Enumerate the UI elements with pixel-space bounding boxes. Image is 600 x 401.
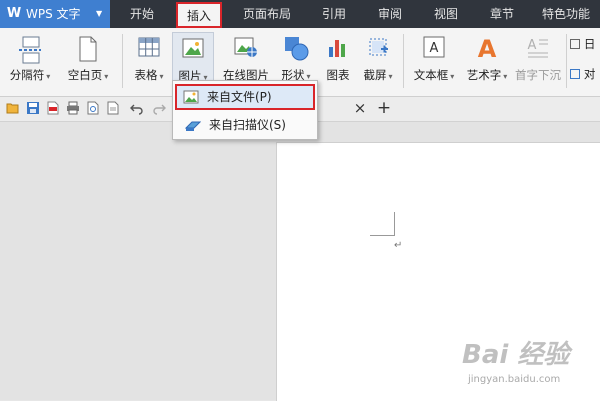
menu-item-from-scanner[interactable]: 来自扫描仪(S) [177,113,311,137]
screenshot-label: 截屏 ▾ [363,68,393,82]
undo-icon[interactable] [130,101,144,115]
ribbon-separator [403,34,404,88]
paragraph-mark: ↵ [394,240,403,251]
scanner-icon [185,121,201,131]
date-label: 日 [583,37,596,51]
screenshot-button[interactable]: 截屏 ▾ [358,32,398,88]
textbox-icon: A [423,36,445,58]
menu-references[interactable]: 引用 [306,0,362,28]
print-icon[interactable] [66,101,80,115]
from-file-label: 来自文件(P) [207,90,272,104]
chart-button[interactable]: 图表 [318,32,358,88]
menu-page-layout[interactable]: 页面布局 [232,0,302,28]
ribbon-separator [566,34,567,88]
menu-insert[interactable]: 插入 [176,2,222,28]
from-scanner-label: 来自扫描仪(S) [209,118,286,132]
page-break-icon [19,36,41,64]
menu-bar: W WPS 文字 ▼ 开始 插入 页面布局 引用 审阅 视图 章节 特色功能 [0,0,600,28]
textbox-button[interactable]: A 文本框 ▾ [408,32,460,88]
object-button[interactable]: 对 [570,66,600,82]
shape-icon [285,37,309,61]
watermark-brand: Bai 经验 [462,340,570,370]
svg-text:A: A [478,35,497,61]
caret-down-icon: ▼ [96,9,103,18]
wordart-button[interactable]: A 艺术字 ▾ [462,32,512,88]
screenshot-icon [369,38,388,56]
blank-page-icon [79,36,97,62]
table-button[interactable]: 表格 ▾ [128,32,170,88]
menu-review[interactable]: 审阅 [362,0,418,28]
online-picture-icon [234,37,257,57]
wordart-icon: A [478,35,497,61]
drop-cap-icon: A [528,38,548,58]
object-icon [570,69,580,79]
app-menu-button[interactable]: W WPS 文字 ▼ [0,0,110,28]
close-tab-button[interactable]: × [352,98,368,118]
date-button[interactable]: 日 [570,36,600,52]
textbox-label: 文本框 ▾ [413,68,455,82]
ribbon-separator [122,34,123,88]
menu-item-from-file[interactable]: 来自文件(P) [175,84,315,110]
drop-cap-button[interactable]: A 首字下沉 [512,32,564,88]
margin-marker [370,235,395,236]
watermark-url: jingyan.baidu.com [468,374,561,385]
baidu-jingyan-watermark: Bai 经验 jingyan.baidu.com [462,334,600,394]
picture-icon [182,38,204,58]
blank-page-label: 空白页 ▾ [67,68,109,82]
picture-dropdown-menu: 来自文件(P) 来自扫描仪(S) [172,80,318,140]
open-folder-icon[interactable] [6,101,20,115]
object-label: 对 [583,67,596,81]
menu-special-features[interactable]: 特色功能 [534,0,598,28]
menu-view[interactable]: 视图 [418,0,474,28]
new-tab-button[interactable]: + [376,98,392,118]
wordart-label: 艺术字 ▾ [466,68,508,82]
app-title: WPS 文字 [26,7,81,21]
page-break-label: 分隔符 ▾ [9,68,51,82]
image-file-icon [183,90,199,104]
svg-text:A: A [528,38,537,53]
save-icon[interactable] [26,101,40,115]
print-preview-icon[interactable] [86,101,100,115]
menu-home[interactable]: 开始 [112,0,172,28]
margin-marker [394,212,395,236]
wps-logo-icon: W [6,6,22,21]
menu-sections[interactable]: 章节 [474,0,530,28]
redo-icon[interactable] [152,101,166,115]
chart-label: 图表 [326,68,350,82]
calendar-icon [570,39,580,49]
document-preview-icon[interactable] [106,101,120,115]
table-label: 表格 ▾ [134,68,164,82]
export-pdf-icon[interactable] [46,101,60,115]
chart-icon [329,40,345,57]
table-icon [138,37,160,57]
blank-page-button[interactable]: 空白页 ▾ [60,32,116,88]
svg-text:A: A [430,41,439,56]
drop-cap-label: 首字下沉 [515,68,561,82]
page-break-button[interactable]: 分隔符 ▾ [4,32,56,88]
